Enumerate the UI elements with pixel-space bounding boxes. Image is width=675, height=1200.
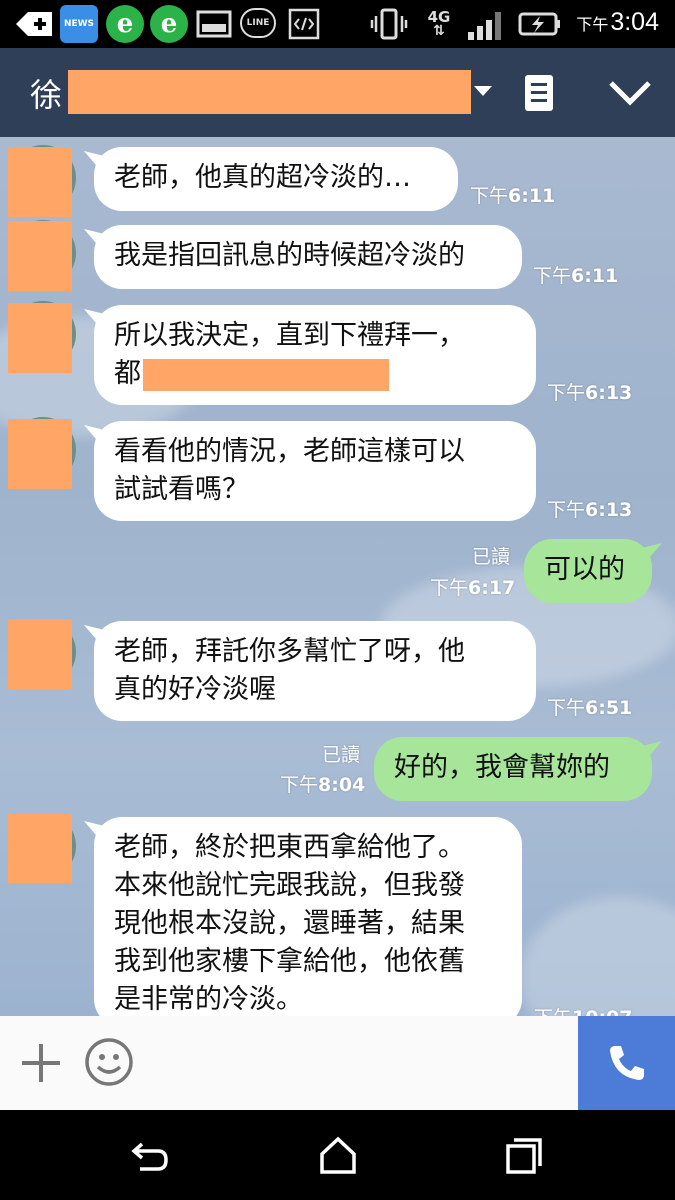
read-receipt: 已讀 [322,744,361,766]
message-text: 所以我決定，直到下禮拜一， [114,320,465,351]
message-bubble[interactable]: 看看他的情況，老師這樣可以 試試看嗎？ [94,421,536,521]
dropdown-arrow-icon[interactable] [474,86,492,96]
message-time: 下午6:11 [470,185,556,207]
clock: 下午3:04 [576,8,659,36]
chevron-down-icon[interactable] [608,78,652,108]
message-bubble[interactable]: 我是指回訊息的時候超冷淡的 [94,225,522,289]
message-time: 下午6:13 [547,382,633,404]
avatar[interactable] [8,221,72,291]
message-bubble[interactable]: 老師，他真的超冷淡的… [94,147,458,211]
system-nav-bar [0,1110,675,1200]
notes-icon[interactable] [524,74,554,112]
message-time: 下午8:04 [280,774,366,796]
message-time: 下午10:07 [534,1003,633,1016]
message-time: 下午6:13 [547,499,633,521]
news-app-icon: NEWS [60,5,98,43]
battery-charging-icon [518,12,560,36]
avatar[interactable] [8,619,72,689]
message-time: 下午6:11 [533,265,619,287]
message-text: 現他根本沒說，還睡著，結果 [114,908,465,939]
message-text: 我到他家樓下拿給他，他依舊 [114,946,465,977]
contact-name[interactable]: 徐 [30,70,62,116]
ie-browser-icon: e [150,5,188,43]
redaction-block [143,358,389,391]
message-time: 下午6:51 [547,697,633,719]
recents-icon[interactable] [502,1134,546,1178]
message-bubble[interactable]: 老師，拜託你多幫忙了呀，他 真的好冷淡喔 [94,621,536,721]
message-text: 老師，拜託你多幫忙了呀，他 [114,636,465,667]
ie-browser-icon: e [106,5,144,43]
plus-icon[interactable] [20,1042,62,1084]
message-text: 是非常的冷淡。 [114,984,303,1015]
code-icon [288,8,320,40]
message-text: 好的，我會幫妳的 [394,752,610,783]
avatar[interactable] [8,147,72,217]
message-bubble[interactable]: 可以的 [524,539,652,603]
message-bubble[interactable]: 好的，我會幫妳的 [374,737,652,801]
call-button[interactable] [578,1016,675,1110]
message-bubble[interactable]: 老師，終於把東西拿給他了。 本來他說忙完跟我說，但我發 現他根本沒說，還睡著，結… [94,817,522,1016]
avatar[interactable] [8,303,72,373]
status-bar: NEWS e e LINE 4G ⇅ 下午3:04 [0,0,675,48]
image-icon [196,10,232,38]
phone-icon [609,1046,644,1080]
network-type-icon: 4G ⇅ [427,8,451,39]
message-text: 可以的 [544,554,625,585]
message-text: 真的好冷淡喔 [114,674,276,705]
line-app-icon: LINE [240,8,276,38]
chat-header: 徐 [0,48,675,137]
back-icon[interactable] [128,1134,172,1178]
message-text: 老師，終於把東西拿給他了。 [114,832,465,863]
input-bar [0,1016,675,1110]
message-bubble[interactable]: 所以我決定，直到下禮拜一， 都 [94,305,536,405]
message-text: 我是指回訊息的時候超冷淡的 [114,240,465,271]
message-text: 本來他說忙完跟我說，但我發 [114,870,465,901]
message-text: 老師，他真的超冷淡的… [114,162,411,193]
avatar[interactable] [8,813,72,883]
redaction-block [68,70,471,114]
message-text: 都 [114,358,141,389]
avatar[interactable] [8,419,72,489]
message-text: 看看他的情況，老師這樣可以 [114,436,465,467]
message-time: 下午6:17 [430,577,516,599]
notification-add-icon [16,12,52,36]
home-icon[interactable] [316,1134,360,1178]
vibrate-icon [370,8,408,40]
emoji-icon[interactable] [84,1037,134,1087]
read-receipt: 已讀 [472,546,511,568]
message-text: 試試看嗎？ [114,474,249,505]
signal-icon [468,12,501,40]
chat-area[interactable]: 老師，他真的超冷淡的… 下午6:11 我是指回訊息的時候超冷淡的 下午6:11 … [0,137,675,1016]
